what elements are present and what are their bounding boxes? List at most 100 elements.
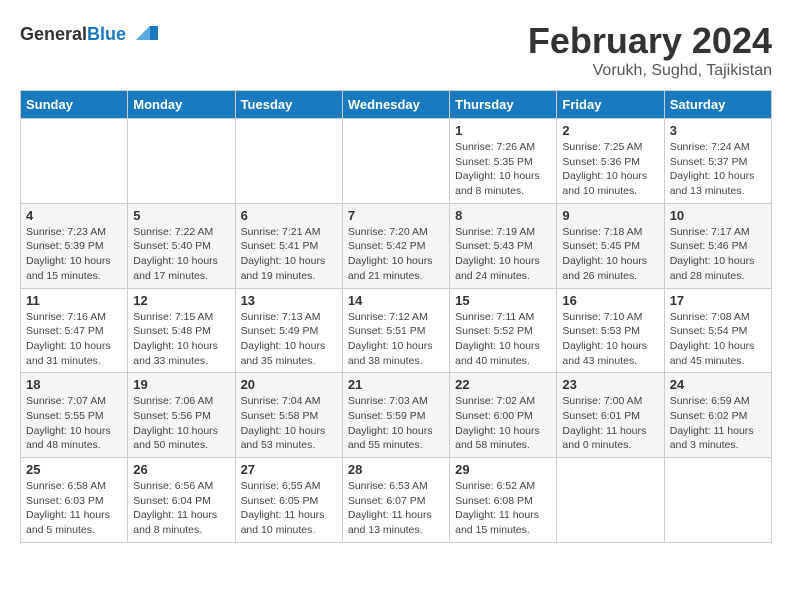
day-number: 8 bbox=[455, 208, 551, 223]
day-info: Sunrise: 7:24 AM Sunset: 5:37 PM Dayligh… bbox=[670, 140, 766, 199]
day-info: Sunrise: 7:22 AM Sunset: 5:40 PM Dayligh… bbox=[133, 225, 229, 284]
calendar-cell: 3 Sunrise: 7:24 AM Sunset: 5:37 PM Daylig… bbox=[664, 119, 771, 204]
day-info: Sunrise: 7:23 AM Sunset: 5:39 PM Dayligh… bbox=[26, 225, 122, 284]
day-number: 23 bbox=[562, 377, 658, 392]
day-number: 24 bbox=[670, 377, 766, 392]
day-info: Sunrise: 7:10 AM Sunset: 5:53 PM Dayligh… bbox=[562, 310, 658, 369]
day-info: Sunrise: 6:53 AM Sunset: 6:07 PM Dayligh… bbox=[348, 479, 444, 538]
day-number: 16 bbox=[562, 293, 658, 308]
calendar-cell: 25 Sunrise: 6:58 AM Sunset: 6:03 PM Dayli… bbox=[21, 458, 128, 543]
day-number: 17 bbox=[670, 293, 766, 308]
calendar-cell: 27 Sunrise: 6:55 AM Sunset: 6:05 PM Dayli… bbox=[235, 458, 342, 543]
day-info: Sunrise: 7:03 AM Sunset: 5:59 PM Dayligh… bbox=[348, 394, 444, 453]
day-number: 10 bbox=[670, 208, 766, 223]
day-number: 21 bbox=[348, 377, 444, 392]
calendar-cell: 19 Sunrise: 7:06 AM Sunset: 5:56 PM Dayli… bbox=[128, 373, 235, 458]
day-number: 22 bbox=[455, 377, 551, 392]
week-row-5: 25 Sunrise: 6:58 AM Sunset: 6:03 PM Dayli… bbox=[21, 458, 772, 543]
day-number: 18 bbox=[26, 377, 122, 392]
calendar-cell bbox=[664, 458, 771, 543]
week-row-3: 11 Sunrise: 7:16 AM Sunset: 5:47 PM Dayli… bbox=[21, 288, 772, 373]
weekday-header-wednesday: Wednesday bbox=[342, 91, 449, 119]
calendar-cell: 12 Sunrise: 7:15 AM Sunset: 5:48 PM Dayli… bbox=[128, 288, 235, 373]
calendar-cell bbox=[128, 119, 235, 204]
day-info: Sunrise: 6:56 AM Sunset: 6:04 PM Dayligh… bbox=[133, 479, 229, 538]
weekday-header-row: SundayMondayTuesdayWednesdayThursdayFrid… bbox=[21, 91, 772, 119]
page-header: GeneralBlue February 2024 Vorukh, Sughd,… bbox=[20, 20, 772, 80]
day-info: Sunrise: 7:07 AM Sunset: 5:55 PM Dayligh… bbox=[26, 394, 122, 453]
calendar-cell: 17 Sunrise: 7:08 AM Sunset: 5:54 PM Dayli… bbox=[664, 288, 771, 373]
logo-icon bbox=[128, 20, 160, 48]
day-number: 11 bbox=[26, 293, 122, 308]
day-number: 5 bbox=[133, 208, 229, 223]
day-number: 6 bbox=[241, 208, 337, 223]
calendar-cell: 28 Sunrise: 6:53 AM Sunset: 6:07 PM Dayli… bbox=[342, 458, 449, 543]
weekday-header-saturday: Saturday bbox=[664, 91, 771, 119]
day-number: 27 bbox=[241, 462, 337, 477]
week-row-2: 4 Sunrise: 7:23 AM Sunset: 5:39 PM Daylig… bbox=[21, 203, 772, 288]
day-info: Sunrise: 7:25 AM Sunset: 5:36 PM Dayligh… bbox=[562, 140, 658, 199]
day-info: Sunrise: 7:04 AM Sunset: 5:58 PM Dayligh… bbox=[241, 394, 337, 453]
calendar-cell bbox=[557, 458, 664, 543]
day-number: 3 bbox=[670, 123, 766, 138]
day-number: 9 bbox=[562, 208, 658, 223]
day-number: 15 bbox=[455, 293, 551, 308]
logo-general: General bbox=[20, 24, 87, 44]
calendar-cell: 9Sunrise: 7:18 AM Sunset: 5:45 PM Daylig… bbox=[557, 203, 664, 288]
calendar-cell: 24Sunrise: 6:59 AM Sunset: 6:02 PM Dayli… bbox=[664, 373, 771, 458]
calendar-title: February 2024 bbox=[528, 20, 772, 62]
day-info: Sunrise: 6:58 AM Sunset: 6:03 PM Dayligh… bbox=[26, 479, 122, 538]
day-info: Sunrise: 7:26 AM Sunset: 5:35 PM Dayligh… bbox=[455, 140, 551, 199]
calendar-table: SundayMondayTuesdayWednesdayThursdayFrid… bbox=[20, 90, 772, 543]
calendar-cell: 22 Sunrise: 7:02 AM Sunset: 6:00 PM Dayli… bbox=[450, 373, 557, 458]
day-number: 25 bbox=[26, 462, 122, 477]
calendar-cell: 7Sunrise: 7:20 AM Sunset: 5:42 PM Daylig… bbox=[342, 203, 449, 288]
calendar-cell: 23 Sunrise: 7:00 AM Sunset: 6:01 PM Dayli… bbox=[557, 373, 664, 458]
week-row-4: 18 Sunrise: 7:07 AM Sunset: 5:55 PM Dayli… bbox=[21, 373, 772, 458]
weekday-header-friday: Friday bbox=[557, 91, 664, 119]
day-info: Sunrise: 7:11 AM Sunset: 5:52 PM Dayligh… bbox=[455, 310, 551, 369]
day-info: Sunrise: 6:55 AM Sunset: 6:05 PM Dayligh… bbox=[241, 479, 337, 538]
day-number: 1 bbox=[455, 123, 551, 138]
calendar-cell: 5 Sunrise: 7:22 AM Sunset: 5:40 PM Daylig… bbox=[128, 203, 235, 288]
calendar-cell bbox=[342, 119, 449, 204]
day-info: Sunrise: 7:00 AM Sunset: 6:01 PM Dayligh… bbox=[562, 394, 658, 453]
day-number: 26 bbox=[133, 462, 229, 477]
day-number: 2 bbox=[562, 123, 658, 138]
day-info: Sunrise: 7:15 AM Sunset: 5:48 PM Dayligh… bbox=[133, 310, 229, 369]
calendar-cell: 1 Sunrise: 7:26 AM Sunset: 5:35 PM Daylig… bbox=[450, 119, 557, 204]
calendar-cell: 10 Sunrise: 7:17 AM Sunset: 5:46 PM Dayli… bbox=[664, 203, 771, 288]
day-info: Sunrise: 6:52 AM Sunset: 6:08 PM Dayligh… bbox=[455, 479, 551, 538]
day-number: 28 bbox=[348, 462, 444, 477]
title-area: February 2024 Vorukh, Sughd, Tajikistan bbox=[528, 20, 772, 80]
calendar-cell bbox=[235, 119, 342, 204]
day-info: Sunrise: 7:08 AM Sunset: 5:54 PM Dayligh… bbox=[670, 310, 766, 369]
day-info: Sunrise: 7:16 AM Sunset: 5:47 PM Dayligh… bbox=[26, 310, 122, 369]
calendar-cell: 15 Sunrise: 7:11 AM Sunset: 5:52 PM Dayli… bbox=[450, 288, 557, 373]
calendar-subtitle: Vorukh, Sughd, Tajikistan bbox=[528, 62, 772, 80]
day-number: 20 bbox=[241, 377, 337, 392]
day-number: 12 bbox=[133, 293, 229, 308]
calendar-cell: 16 Sunrise: 7:10 AM Sunset: 5:53 PM Dayli… bbox=[557, 288, 664, 373]
day-info: Sunrise: 7:21 AM Sunset: 5:41 PM Dayligh… bbox=[241, 225, 337, 284]
calendar-cell: 21 Sunrise: 7:03 AM Sunset: 5:59 PM Dayli… bbox=[342, 373, 449, 458]
day-info: Sunrise: 7:19 AM Sunset: 5:43 PM Dayligh… bbox=[455, 225, 551, 284]
week-row-1: 1 Sunrise: 7:26 AM Sunset: 5:35 PM Daylig… bbox=[21, 119, 772, 204]
day-info: Sunrise: 7:17 AM Sunset: 5:46 PM Dayligh… bbox=[670, 225, 766, 284]
weekday-header-tuesday: Tuesday bbox=[235, 91, 342, 119]
day-number: 4 bbox=[26, 208, 122, 223]
calendar-cell: 6 Sunrise: 7:21 AM Sunset: 5:41 PM Daylig… bbox=[235, 203, 342, 288]
day-number: 13 bbox=[241, 293, 337, 308]
calendar-cell: 4 Sunrise: 7:23 AM Sunset: 5:39 PM Daylig… bbox=[21, 203, 128, 288]
day-number: 14 bbox=[348, 293, 444, 308]
calendar-cell: 11 Sunrise: 7:16 AM Sunset: 5:47 PM Dayli… bbox=[21, 288, 128, 373]
calendar-cell bbox=[21, 119, 128, 204]
calendar-cell: 2 Sunrise: 7:25 AM Sunset: 5:36 PM Daylig… bbox=[557, 119, 664, 204]
day-info: Sunrise: 7:02 AM Sunset: 6:00 PM Dayligh… bbox=[455, 394, 551, 453]
calendar-cell: 8 Sunrise: 7:19 AM Sunset: 5:43 PM Daylig… bbox=[450, 203, 557, 288]
day-info: Sunrise: 7:12 AM Sunset: 5:51 PM Dayligh… bbox=[348, 310, 444, 369]
day-info: Sunrise: 7:06 AM Sunset: 5:56 PM Dayligh… bbox=[133, 394, 229, 453]
day-number: 19 bbox=[133, 377, 229, 392]
calendar-cell: 18 Sunrise: 7:07 AM Sunset: 5:55 PM Dayli… bbox=[21, 373, 128, 458]
calendar-cell: 14 Sunrise: 7:12 AM Sunset: 5:51 PM Dayli… bbox=[342, 288, 449, 373]
